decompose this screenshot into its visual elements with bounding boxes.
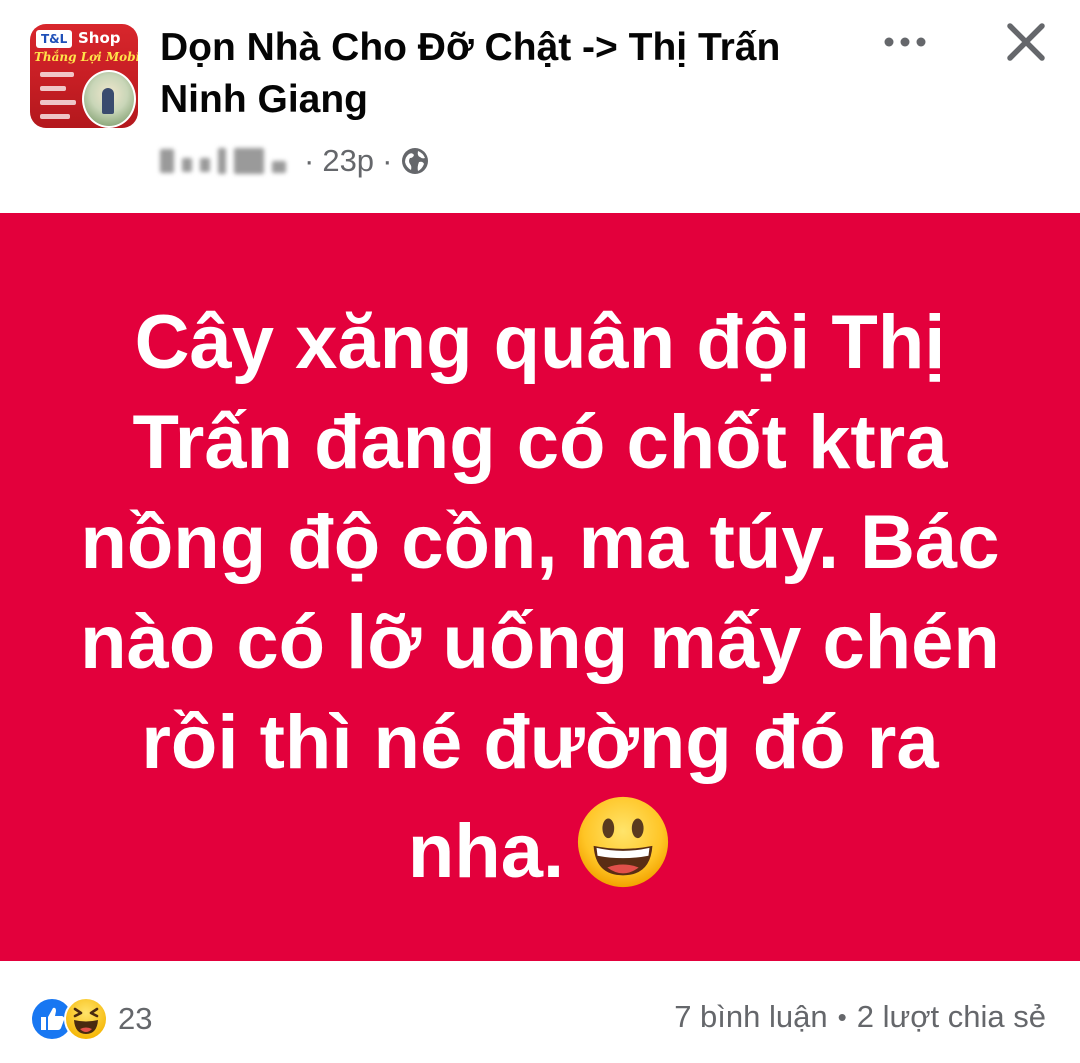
avatar-decor-line	[40, 114, 70, 119]
post-header: T&L Shop Thắng Lợi Mobile Dọn Nhà Cho Đỡ…	[0, 0, 1080, 200]
avatar-shop-text: Shop	[78, 29, 121, 47]
avatar-logo: T&L	[36, 30, 73, 48]
page-avatar[interactable]: T&L Shop Thắng Lợi Mobile	[30, 24, 138, 128]
stats-separator: •	[837, 1001, 847, 1032]
avatar-decor-line	[40, 72, 74, 77]
engagement-stats: 7 bình luận • 2 lượt chia sẻ	[674, 999, 1046, 1035]
blurred-author-name[interactable]	[160, 148, 286, 174]
avatar-figure	[102, 88, 114, 114]
close-icon[interactable]	[1004, 20, 1048, 64]
post-footer: 23 7 bình luận • 2 lượt chia sẻ	[0, 961, 1080, 1063]
more-options-icon[interactable]	[880, 30, 930, 54]
post-meta: · 23p ·	[160, 138, 430, 184]
avatar-photo	[82, 70, 136, 128]
page-title[interactable]: Dọn Nhà Cho Đỡ Chật -> Thị Trấn Ninh Gia…	[160, 22, 860, 126]
haha-icon	[64, 997, 108, 1041]
globe-icon	[402, 148, 429, 174]
post-time[interactable]: 23p	[322, 143, 374, 179]
reactions-summary[interactable]: 23	[30, 997, 152, 1041]
post-text: Cây xăng quân đội Thị Trấn đang có chốt …	[80, 300, 1000, 894]
avatar-brand-text: Thắng Lợi Mobile	[34, 50, 138, 64]
reaction-count: 23	[118, 1001, 153, 1036]
shares-count-link[interactable]: 2 lượt chia sẻ	[857, 999, 1046, 1035]
meta-separator: ·	[304, 143, 315, 178]
post-content-card: Cây xăng quân đội Thị Trấn đang có chốt …	[0, 213, 1080, 961]
avatar-decor-line	[40, 100, 76, 105]
grinning-face-emoji	[578, 796, 669, 888]
post-text-container: Cây xăng quân đội Thị Trấn đang có chốt …	[60, 293, 1020, 902]
meta-separator: ·	[382, 143, 393, 178]
avatar-decor-line	[40, 86, 66, 91]
comments-count-link[interactable]: 7 bình luận	[674, 999, 827, 1035]
